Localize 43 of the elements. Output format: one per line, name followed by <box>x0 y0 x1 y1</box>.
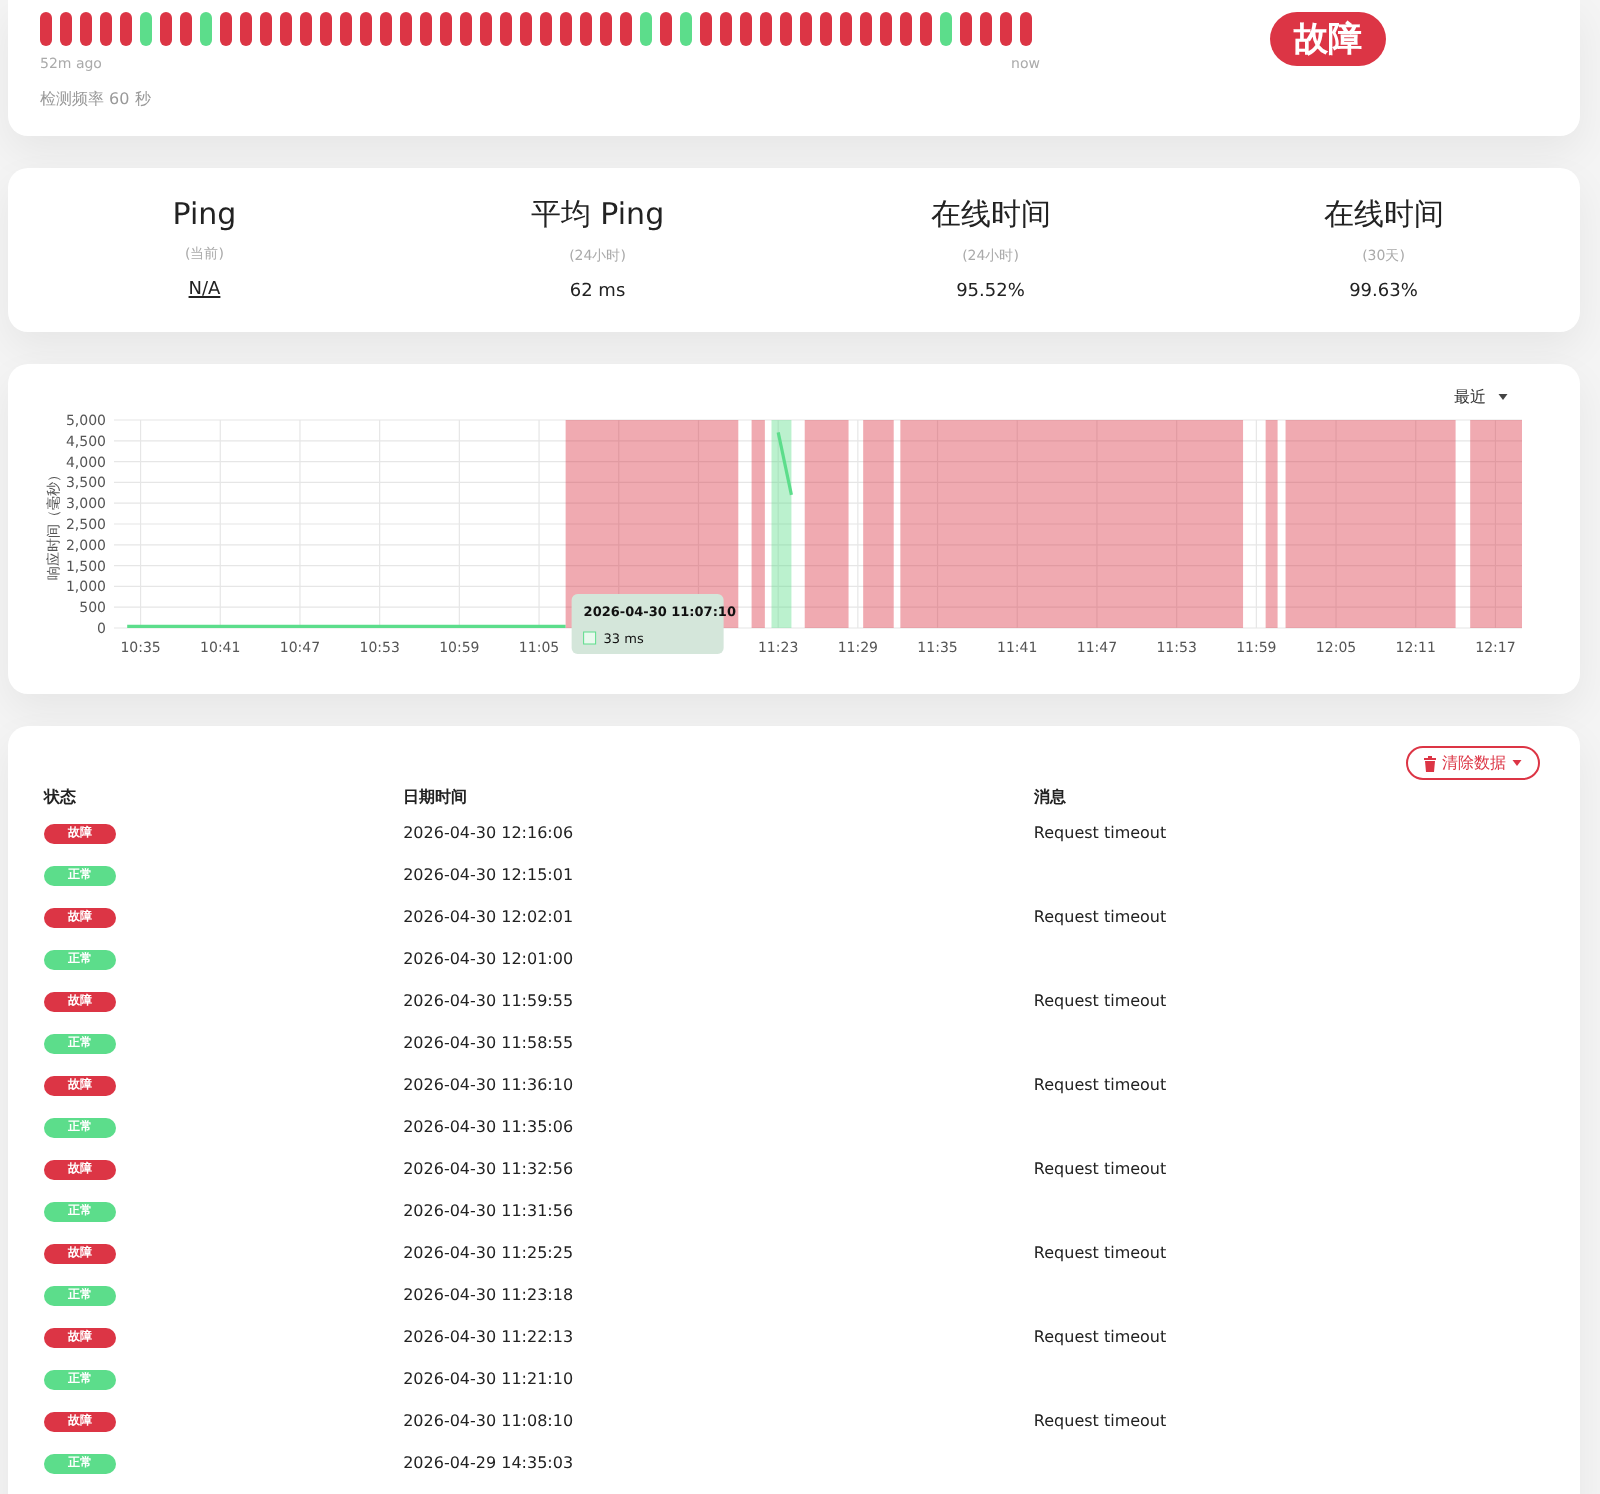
table-cell: Request timeout <box>1033 908 1167 926</box>
column-header: 日期时间 <box>401 785 470 809</box>
stat-value: 95.52% <box>956 282 1025 302</box>
table-cell-text: 2026-04-30 12:15:01 <box>401 864 576 888</box>
table-cell-text: 2026-04-30 11:22:13 <box>401 1326 576 1350</box>
trash-icon <box>1424 755 1436 771</box>
table-cell: Request timeout <box>1033 1076 1167 1094</box>
table-cell-text: 2026-04-30 11:25:25 <box>401 1242 576 1266</box>
table-cell-text: 2026-04-30 11:32:56 <box>401 1158 576 1182</box>
table-cell-text: 2026-04-29 14:35:03 <box>401 1452 576 1476</box>
column-header: 消息 <box>1031 785 1068 809</box>
table-cell-text: 2026-04-30 12:02:01 <box>401 906 576 930</box>
table-cell-text: 2026-04-30 11:35:06 <box>401 1116 576 1140</box>
range-dropdown[interactable]: 最近 <box>1442 384 1520 410</box>
table-cell: Request timeout <box>1033 824 1167 842</box>
stat-title: 在线时间 <box>928 196 1053 234</box>
stat-link[interactable]: N/A <box>188 280 221 300</box>
table-cell: Request timeout <box>1033 1328 1167 1346</box>
table-cell: Request timeout <box>1033 1412 1167 1430</box>
table-cell-text: 2026-04-30 11:23:18 <box>401 1284 576 1308</box>
table-cell-text: 2026-04-30 11:58:55 <box>401 1032 576 1056</box>
table-cell-text: 2026-04-30 11:59:55 <box>401 990 576 1014</box>
stat-title: Ping <box>170 196 239 232</box>
table-cell: Request timeout <box>1033 1244 1167 1262</box>
stat-value: 62 ms <box>569 282 626 302</box>
table-cell-text: 2026-04-30 11:21:10 <box>401 1368 576 1392</box>
table-cell: Request timeout <box>1033 992 1167 1010</box>
caret-icon <box>1498 394 1508 400</box>
check-interval: 检测频率 60 秒 <box>40 88 153 110</box>
status-badge: 故障 <box>1270 12 1386 66</box>
table-cell: Request timeout <box>1033 1160 1167 1178</box>
table-cell-text: 2026-04-30 11:36:10 <box>401 1074 576 1098</box>
table-cell-text: 2026-04-30 11:08:10 <box>401 1410 576 1434</box>
caret-icon <box>1512 760 1522 766</box>
clear-data-button[interactable]: 清除数据 <box>1406 746 1540 780</box>
stat-title: 在线时间 <box>1321 196 1446 234</box>
column-header: 状态 <box>41 785 78 809</box>
response-time-line <box>776 432 793 496</box>
stat-title: 平均 Ping <box>528 196 667 234</box>
table-cell-text: 2026-04-30 11:31:56 <box>401 1200 576 1224</box>
stat-value: 99.63% <box>1349 282 1418 302</box>
table-cell-text: 2026-04-30 12:01:00 <box>401 948 576 972</box>
table-cell-text: 2026-04-30 12:16:06 <box>401 822 576 846</box>
